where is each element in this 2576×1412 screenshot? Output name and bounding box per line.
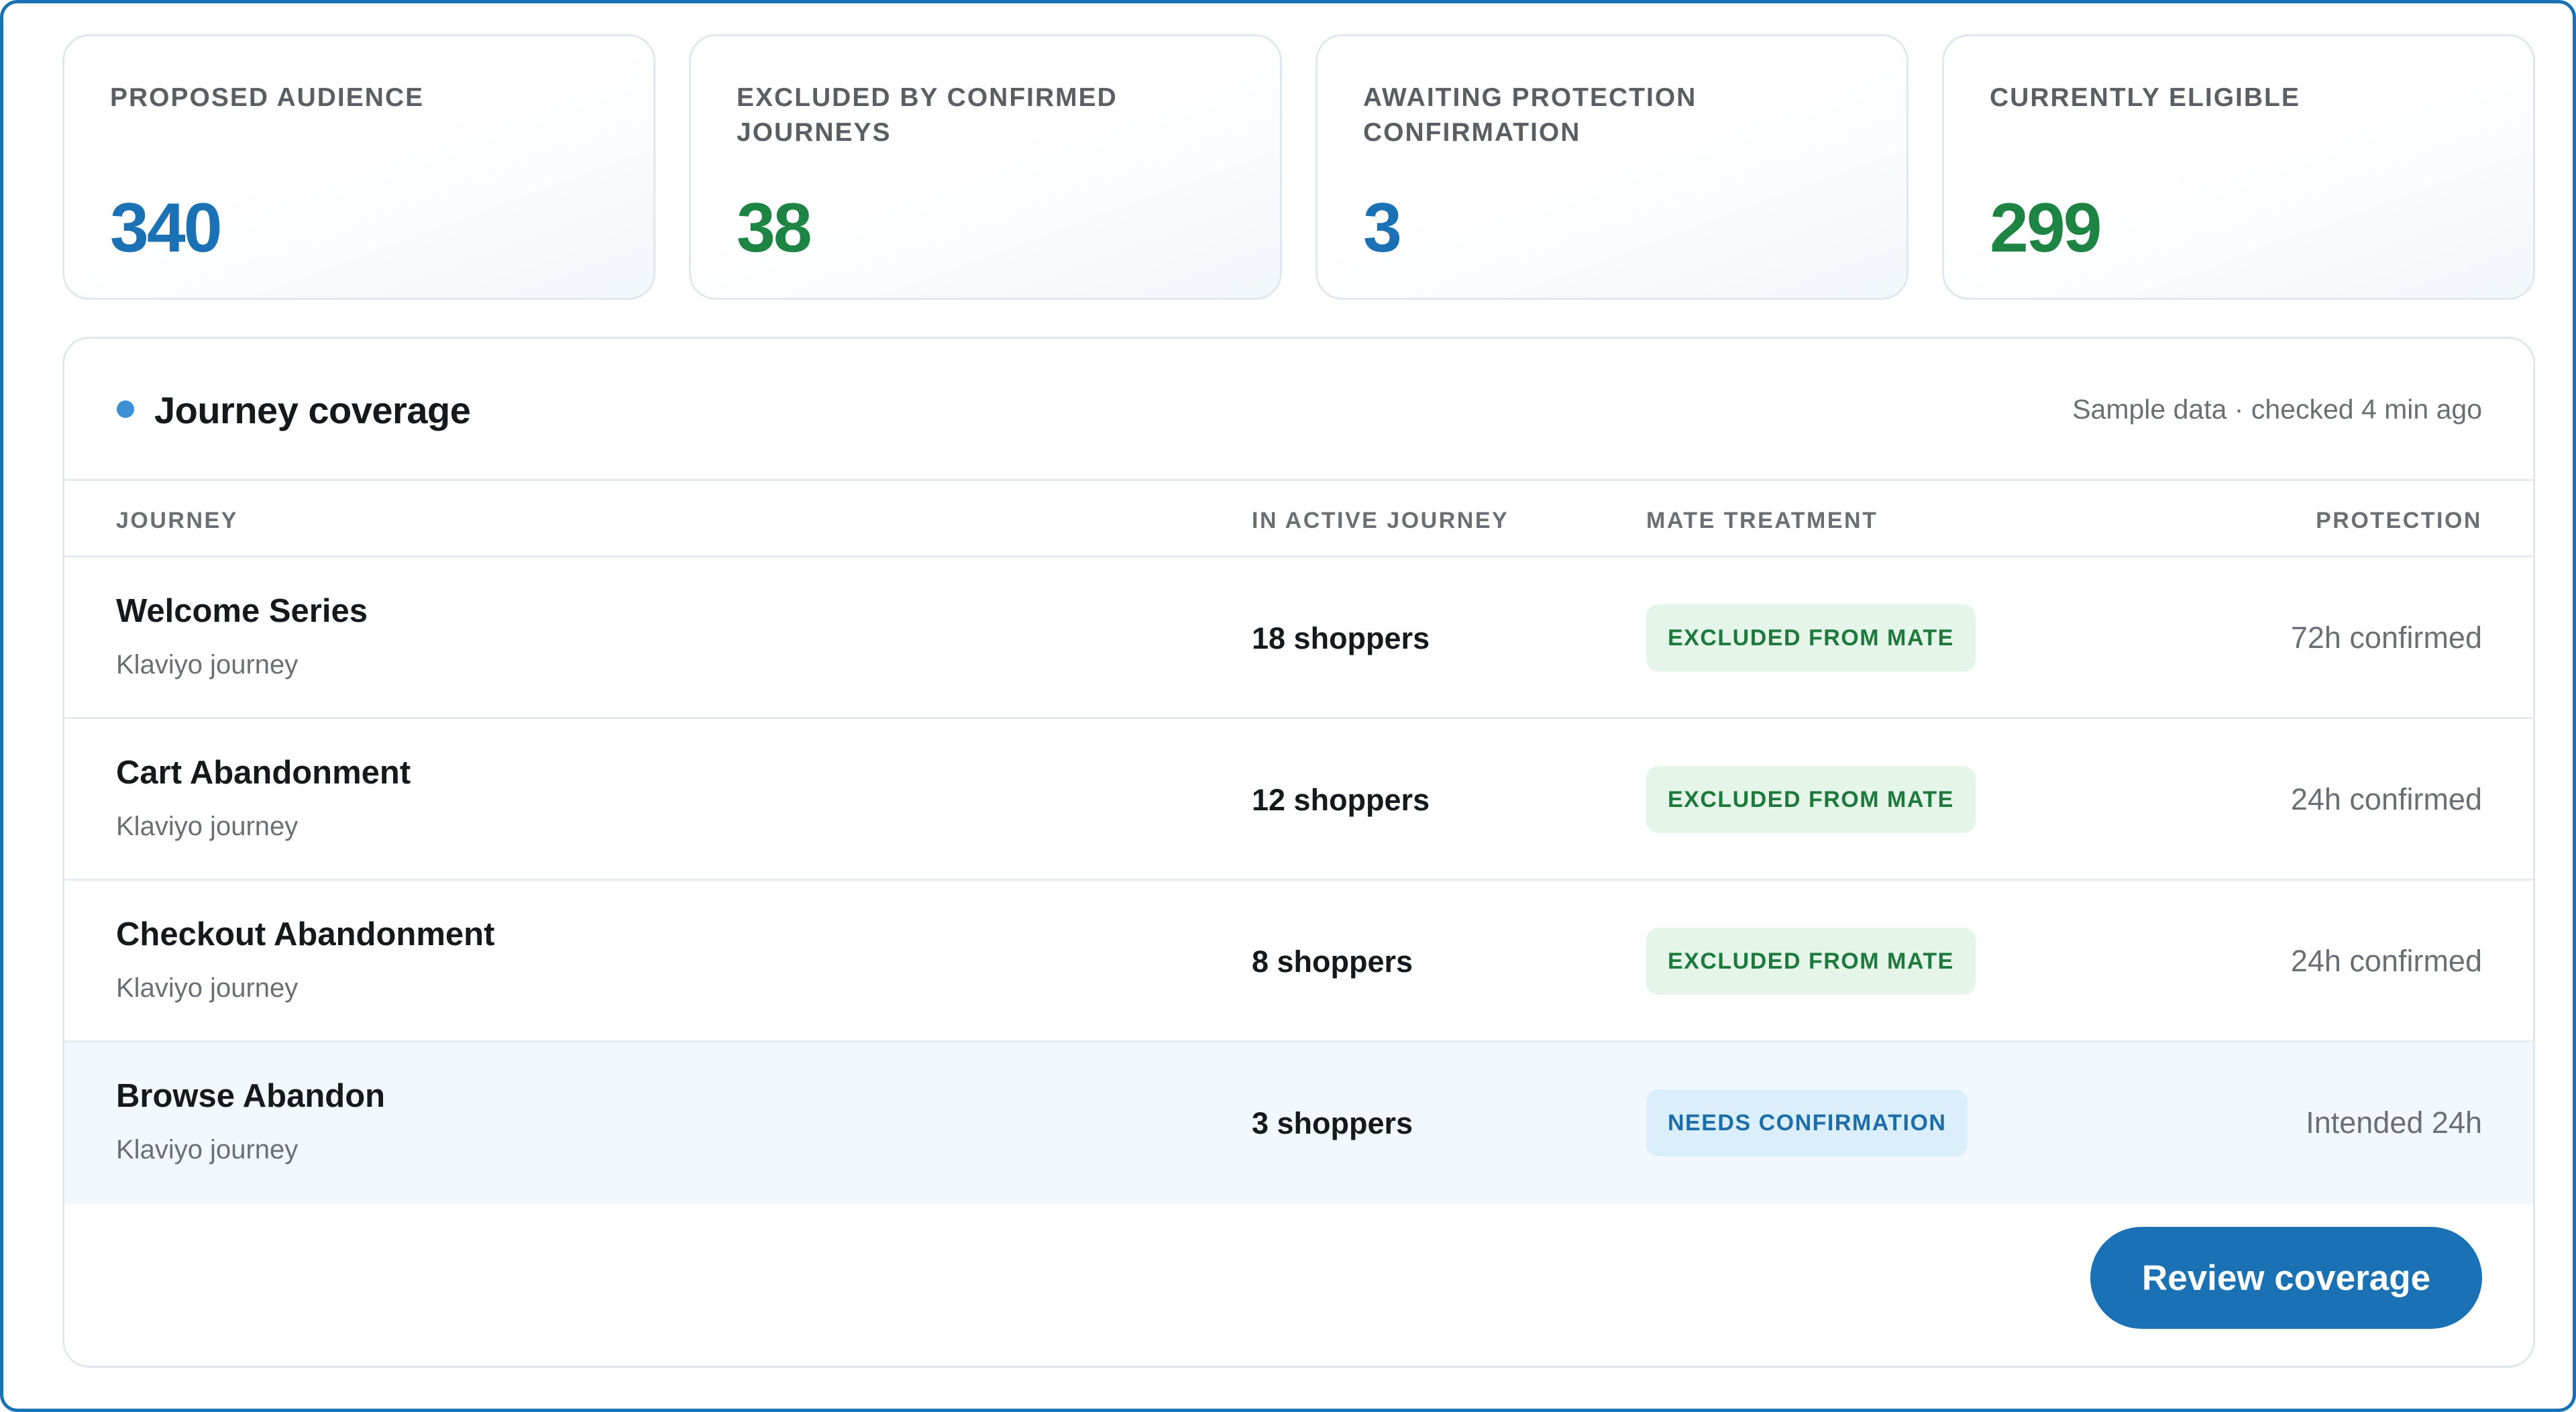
journey-type: Klaviyo journey <box>116 650 299 680</box>
review-coverage-button[interactable]: Review coverage <box>2090 1227 2482 1329</box>
table-header: JOURNEY IN ACTIVE JOURNEY MATE TREATMENT… <box>64 481 2533 557</box>
journey-name: Welcome Series <box>116 593 368 629</box>
stat-value: 299 <box>1990 189 2102 267</box>
shopper-count: 18 shoppers <box>1252 621 1430 655</box>
table-row: Browse Abandon Klaviyo journey 3 shopper… <box>64 1042 2533 1204</box>
treatment-badge: EXCLUDED FROM MATE <box>1646 928 1976 995</box>
stat-card-currently-eligible: CURRENTLY ELIGIBLE 299 <box>1942 34 2535 300</box>
shopper-count: 12 shoppers <box>1252 783 1430 817</box>
stat-label: PROPOSED AUDIENCE <box>110 83 425 112</box>
table-row: Checkout Abandonment Klaviyo journey 8 s… <box>64 881 2533 1042</box>
column-header-journey: JOURNEY <box>116 508 238 533</box>
column-header-treatment: MATE TREATMENT <box>1646 508 1878 533</box>
shopper-count: 3 shoppers <box>1252 1106 1413 1140</box>
protection-status: 24h confirmed <box>2290 944 2482 978</box>
journey-coverage-panel: Journey coverage Sample data · checked 4… <box>62 337 2535 1368</box>
stat-value: 38 <box>737 189 812 267</box>
protection-status: 72h confirmed <box>2290 620 2482 655</box>
stat-card-proposed-audience: PROPOSED AUDIENCE 340 <box>62 34 655 300</box>
treatment-badge: NEEDS CONFIRMATION <box>1646 1089 1968 1156</box>
journey-name: Browse Abandon <box>116 1078 386 1114</box>
status-dot-icon <box>117 400 134 418</box>
protection-status: Intended 24h <box>2306 1105 2482 1140</box>
journey-name: Checkout Abandonment <box>116 916 495 953</box>
journey-name: Cart Abandonment <box>116 755 411 791</box>
shopper-count: 8 shoppers <box>1252 944 1413 979</box>
protection-status: 24h confirmed <box>2290 782 2482 816</box>
treatment-badge: EXCLUDED FROM MATE <box>1646 766 1976 833</box>
app-frame: PROPOSED AUDIENCE 340 EXCLUDED BY CONFIR… <box>0 0 2576 1412</box>
stat-cards: PROPOSED AUDIENCE 340 EXCLUDED BY CONFIR… <box>62 34 2535 300</box>
stat-value: 3 <box>1363 189 1402 267</box>
panel-header: Journey coverage Sample data · checked 4… <box>64 339 2533 481</box>
table-row: Cart Abandonment Klaviyo journey 12 shop… <box>64 719 2533 881</box>
stat-card-excluded: EXCLUDED BY CONFIRMED JOURNEYS 38 <box>689 34 1282 300</box>
stat-value: 340 <box>110 189 223 267</box>
stat-card-awaiting-protection: AWAITING PROTECTION CONFIRMATION 3 <box>1316 34 1909 300</box>
journey-type: Klaviyo journey <box>116 812 299 841</box>
stat-label: EXCLUDED BY CONFIRMED JOURNEYS <box>737 83 1118 147</box>
treatment-badge: EXCLUDED FROM MATE <box>1646 604 1976 671</box>
journey-type: Klaviyo journey <box>116 1135 299 1164</box>
panel-title: Journey coverage <box>154 389 471 431</box>
journey-type: Klaviyo journey <box>116 973 299 1003</box>
stat-label: CURRENTLY ELIGIBLE <box>1990 83 2300 112</box>
stat-label: AWAITING PROTECTION CONFIRMATION <box>1363 83 1697 147</box>
table-row: Welcome Series Klaviyo journey 18 shoppe… <box>64 557 2533 719</box>
column-header-protection: PROTECTION <box>2316 508 2482 533</box>
column-header-active: IN ACTIVE JOURNEY <box>1252 508 1509 533</box>
panel-meta: Sample data · checked 4 min ago <box>2072 394 2482 425</box>
